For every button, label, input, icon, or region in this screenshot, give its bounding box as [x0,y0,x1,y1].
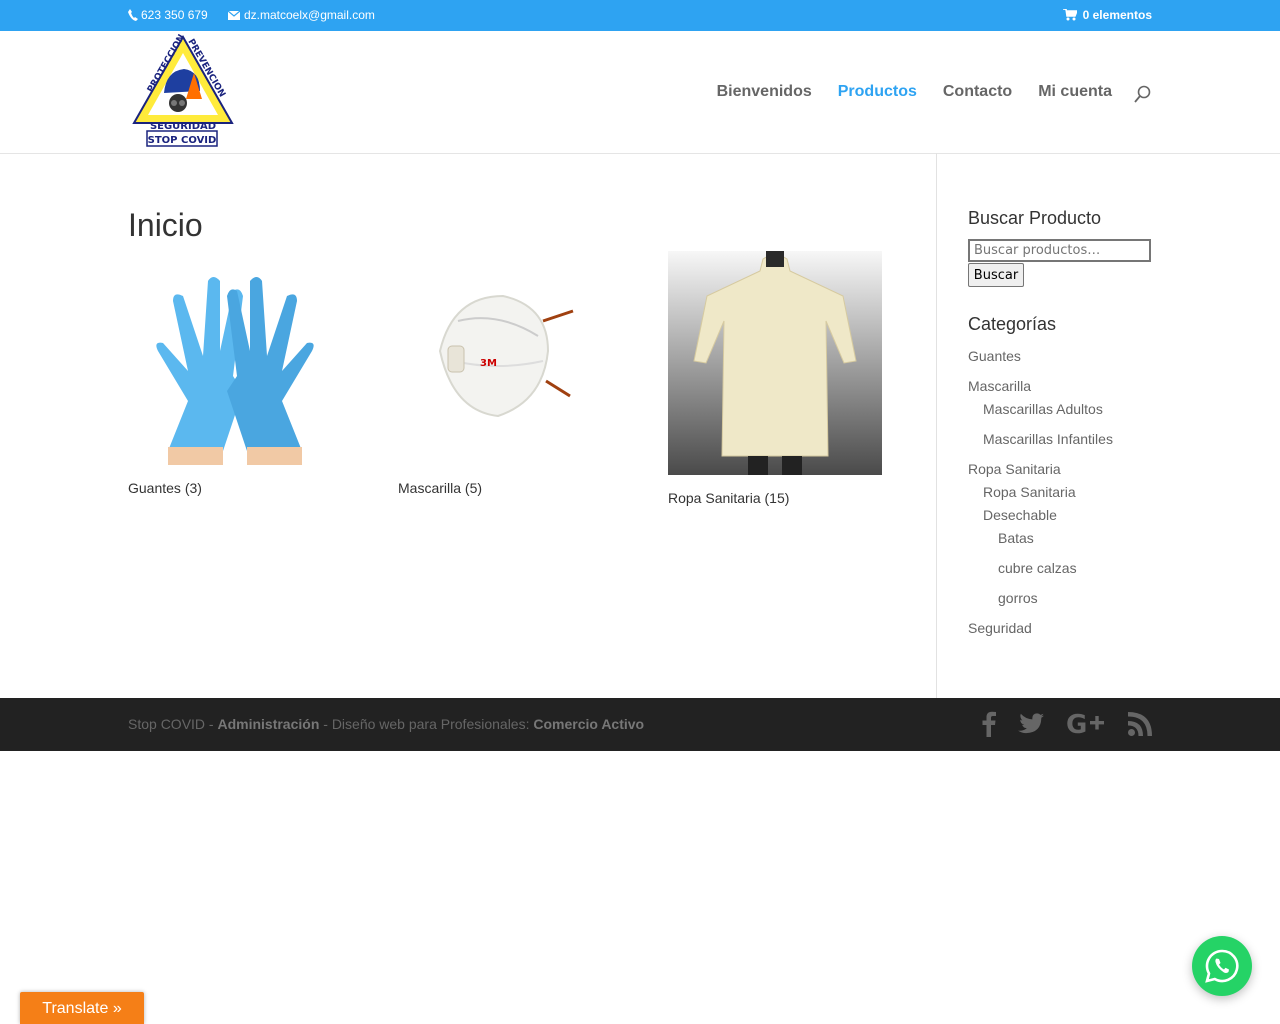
rss-icon[interactable] [1128,712,1152,736]
category-mascarillas-adultos[interactable]: Mascarillas Adultos [983,398,1103,421]
footer-credits: Stop COVID - Administración - Diseño web… [128,716,644,732]
cart-icon [1062,9,1077,21]
svg-text:STOP COVID: STOP COVID [148,135,217,146]
product-count: (3) [184,480,202,496]
product-label[interactable]: Mascarilla (5) [398,480,612,496]
site-logo[interactable]: PROTECCION PREVENCION SEGURIDAD STOP COV… [130,33,236,151]
gloves-image[interactable] [128,251,342,465]
gown-image[interactable] [668,251,882,475]
product-name: Ropa Sanitaria [668,490,761,506]
category-ropa-sanitaria[interactable]: Ropa Sanitaria [968,458,1061,481]
category-cubre-calzas[interactable]: cubre calzas [998,557,1077,580]
product-label[interactable]: Guantes (3) [128,480,342,496]
mask-image[interactable]: 3M [398,251,612,465]
product-count: (5) [464,480,483,496]
whatsapp-icon [1205,949,1239,983]
footer-middle: - Diseño web para Profesionales: [319,716,534,732]
svg-text:3M: 3M [480,358,497,369]
page-title: Inicio [128,207,203,243]
search-button[interactable]: Buscar [968,263,1024,287]
facebook-icon[interactable] [982,711,996,737]
category-mascarilla[interactable]: Mascarilla [968,375,1031,398]
product-category-ropa-sanitaria[interactable]: Ropa Sanitaria (15) [668,251,882,506]
category-ropa-sanitaria-desechable-line2[interactable]: Desechable [983,504,1057,527]
site-footer: Stop COVID - Administración - Diseño web… [0,698,1280,751]
phone-contact[interactable]: 623 350 679 [128,8,208,22]
categories-widget-title: Categorías [968,314,1057,334]
category-batas[interactable]: Batas [998,527,1034,550]
nav-contacto[interactable]: Contacto [943,83,1012,101]
company-link[interactable]: Comercio Activo [533,716,644,732]
category-ropa-sanitaria-desechable[interactable]: Ropa Sanitaria [983,481,1076,504]
envelope-icon [228,10,240,20]
nav-productos[interactable]: Productos [838,83,917,101]
category-mascarillas-infantiles[interactable]: Mascarillas Infantiles [983,428,1113,451]
category-seguridad[interactable]: Seguridad [968,617,1032,640]
product-count: (15) [764,490,790,506]
admin-link[interactable]: Administración [217,716,319,732]
product-search-input[interactable] [968,239,1151,262]
product-name: Mascarilla [398,480,462,496]
product-category-guantes[interactable]: Guantes (3) [128,251,342,496]
whatsapp-button[interactable] [1192,936,1252,996]
nav-bienvenidos[interactable]: Bienvenidos [717,83,812,101]
product-label[interactable]: Ropa Sanitaria (15) [668,490,882,506]
product-name: Guantes [128,480,181,496]
email-address: dz.matcoelx@gmail.com [244,8,375,22]
search-icon[interactable] [1134,85,1152,108]
twitter-icon[interactable] [1018,713,1044,735]
translate-button[interactable]: Translate » [20,992,144,1024]
top-bar: 623 350 679 dz.matcoelx@gmail.com 0 elem… [0,0,1280,31]
logo-graphic: PROTECCION PREVENCION SEGURIDAD STOP COV… [132,33,234,147]
category-guantes[interactable]: Guantes [968,345,1021,368]
main-nav: Bienvenidos Productos Contacto Mi cuenta [717,83,1112,101]
phone-icon [128,9,138,21]
social-links: G [982,711,1152,737]
main-content: Inicio Guantes (3) 3M Mascarilla (5) Rop… [128,153,937,698]
nav-mi-cuenta[interactable]: Mi cuenta [1038,83,1112,101]
cart-count: 0 elementos [1082,8,1152,22]
site-header: PROTECCION PREVENCION SEGURIDAD STOP COV… [0,31,1280,153]
svg-text:G: G [1066,711,1087,737]
google-plus-icon[interactable]: G [1066,711,1106,737]
product-category-mascarilla[interactable]: 3M Mascarilla (5) [398,251,612,496]
email-contact[interactable]: dz.matcoelx@gmail.com [228,8,375,22]
search-widget-title: Buscar Producto [968,208,1102,228]
category-gorros[interactable]: gorros [998,587,1038,610]
cart-link[interactable]: 0 elementos [1062,8,1152,22]
footer-prefix: Stop COVID - [128,716,218,732]
phone-number: 623 350 679 [141,8,208,22]
